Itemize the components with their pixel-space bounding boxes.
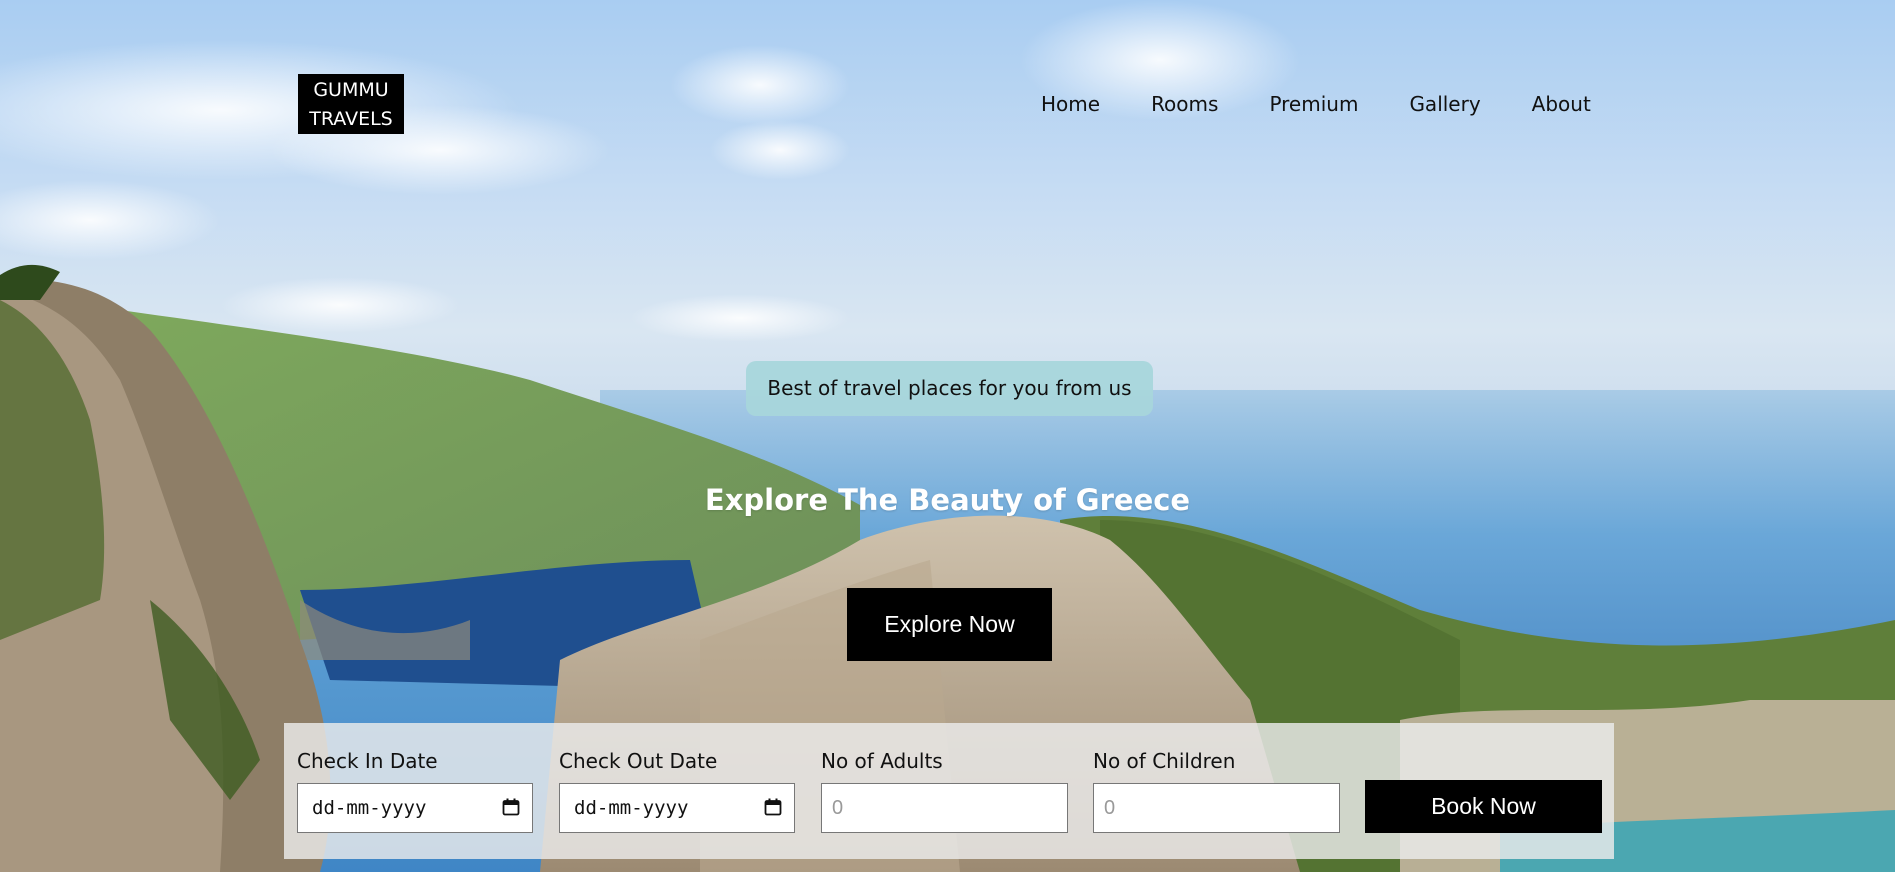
hero-headline: Explore The Beauty of Greece — [704, 483, 1191, 517]
hero-tagline: Best of travel places for you from us — [746, 361, 1153, 416]
adults-input[interactable]: 0 — [821, 783, 1068, 833]
booking-form: Check In Date dd-mm-yyyy Check Out Date … — [284, 723, 1614, 859]
main-nav: Home Rooms Premium Gallery About — [1041, 88, 1591, 120]
check-out-label: Check Out Date — [559, 749, 718, 773]
adults-label: No of Adults — [821, 749, 943, 773]
calendar-icon[interactable] — [502, 798, 520, 816]
nav-item-home[interactable]: Home — [1041, 88, 1100, 120]
logo-line-2: TRAVELS — [309, 108, 393, 130]
logo-line-1: GUMMU — [313, 79, 389, 101]
hero-section: GUMMU TRAVELS Home Rooms Premium Gallery… — [0, 0, 1895, 872]
children-field-group: No of Children 0 — [1093, 749, 1340, 833]
nav-item-rooms[interactable]: Rooms — [1151, 88, 1218, 120]
children-input[interactable]: 0 — [1093, 783, 1340, 833]
nav-item-gallery[interactable]: Gallery — [1409, 88, 1480, 120]
book-now-button[interactable]: Book Now — [1365, 780, 1602, 833]
check-in-placeholder: dd-mm-yyyy — [312, 797, 427, 819]
check-out-date-input[interactable]: dd-mm-yyyy — [559, 783, 795, 833]
check-out-field-group: Check Out Date dd-mm-yyyy — [559, 749, 795, 833]
explore-now-button[interactable]: Explore Now — [847, 588, 1052, 661]
check-in-label: Check In Date — [297, 749, 438, 773]
children-label: No of Children — [1093, 749, 1236, 773]
adults-field-group: No of Adults 0 — [821, 749, 1068, 833]
nav-item-about[interactable]: About — [1532, 88, 1591, 120]
brand-logo[interactable]: GUMMU TRAVELS — [298, 74, 404, 134]
check-in-date-input[interactable]: dd-mm-yyyy — [297, 783, 533, 833]
nav-item-premium[interactable]: Premium — [1269, 88, 1358, 120]
check-in-field-group: Check In Date dd-mm-yyyy — [297, 749, 533, 833]
check-out-placeholder: dd-mm-yyyy — [574, 797, 689, 819]
calendar-icon[interactable] — [764, 798, 782, 816]
